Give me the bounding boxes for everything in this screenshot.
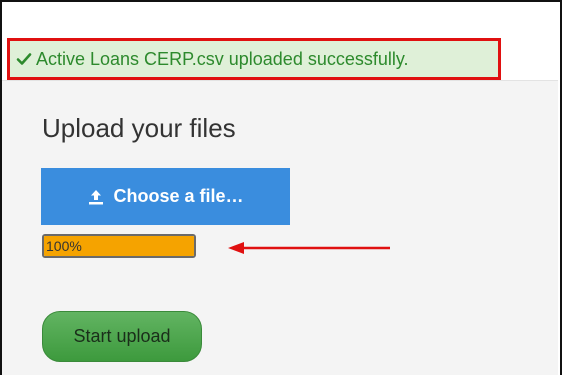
success-message: Active Loans CERP.csv uploaded successfu… (36, 48, 409, 69)
progress-label: 100% (46, 238, 82, 254)
upload-panel: Upload your files Choose a file… 100% St… (2, 81, 558, 375)
check-icon (16, 51, 32, 67)
upload-progress-bar: 100% (42, 234, 196, 258)
annotation-arrow (228, 242, 390, 254)
start-upload-button[interactable]: Start upload (42, 311, 202, 362)
upload-icon (87, 188, 105, 206)
page-title: Upload your files (42, 113, 236, 143)
choose-file-label: Choose a file… (113, 186, 244, 206)
choose-file-button[interactable]: Choose a file… (41, 168, 290, 225)
upload-success-alert: Active Loans CERP.csv uploaded successfu… (7, 38, 501, 80)
